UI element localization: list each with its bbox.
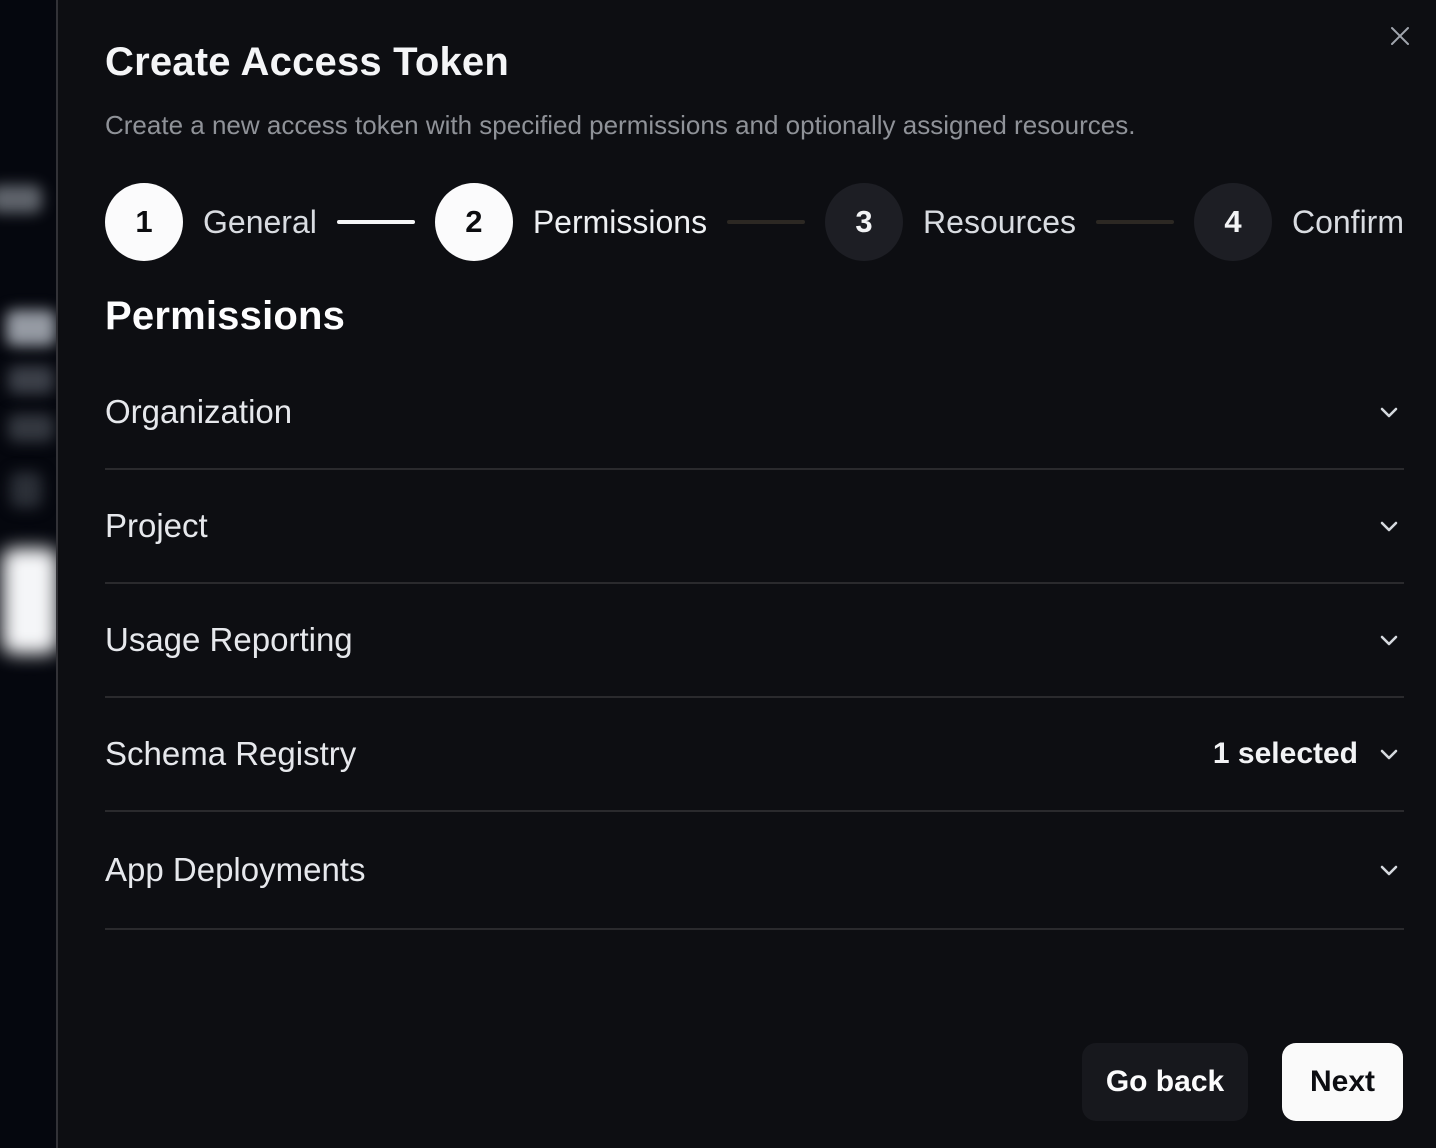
background-artifact (0, 185, 42, 213)
selection-count-badge: 1 selected (1213, 737, 1358, 771)
accordion-label: Schema Registry (105, 735, 356, 773)
permissions-section-heading: Permissions (105, 294, 345, 339)
step-general[interactable]: 1 General (105, 183, 317, 261)
close-button[interactable] (1384, 20, 1416, 52)
wizard-stepper: 1 General 2 Permissions 3 Resources 4 Co… (105, 183, 1404, 261)
chevron-down-icon (1374, 397, 1404, 427)
accordion-label: Organization (105, 393, 292, 431)
next-button[interactable]: Next (1282, 1043, 1403, 1121)
chevron-down-icon (1374, 625, 1404, 655)
step-number-badge: 2 (435, 183, 513, 261)
chevron-down-icon (1374, 739, 1404, 769)
step-label: General (203, 204, 317, 241)
chevron-down-icon (1374, 855, 1404, 885)
close-icon (1388, 24, 1412, 48)
background-artifact (2, 548, 56, 654)
accordion-row-schema-registry[interactable]: Schema Registry 1 selected (105, 698, 1404, 812)
step-number-badge: 3 (825, 183, 903, 261)
permissions-accordion: Organization Project Usage Reporting (105, 356, 1404, 930)
dialog-subtitle: Create a new access token with specified… (105, 110, 1135, 141)
step-resources[interactable]: 3 Resources (825, 183, 1076, 261)
dialog-title: Create Access Token (105, 40, 509, 85)
step-connector (1096, 220, 1174, 224)
accordion-label: Project (105, 507, 208, 545)
step-connector (337, 220, 415, 224)
accordion-label: Usage Reporting (105, 621, 353, 659)
chevron-down-icon (1374, 511, 1404, 541)
step-connector (727, 220, 805, 224)
accordion-row-organization[interactable]: Organization (105, 356, 1404, 470)
step-label: Permissions (533, 204, 707, 241)
accordion-row-usage-reporting[interactable]: Usage Reporting (105, 584, 1404, 698)
step-confirm[interactable]: 4 Confirm (1194, 183, 1404, 261)
accordion-row-app-deployments[interactable]: App Deployments (105, 812, 1404, 930)
step-label: Resources (923, 204, 1076, 241)
background-artifact (8, 414, 54, 442)
background-page-strip (0, 0, 56, 1148)
create-access-token-dialog: Create Access Token Create a new access … (56, 0, 1436, 1148)
step-number-badge: 1 (105, 183, 183, 261)
step-permissions[interactable]: 2 Permissions (435, 183, 707, 261)
background-artifact (6, 310, 56, 346)
step-number-badge: 4 (1194, 183, 1272, 261)
dialog-footer: Go back Next (1082, 1043, 1403, 1121)
accordion-row-project[interactable]: Project (105, 470, 1404, 584)
go-back-button[interactable]: Go back (1082, 1043, 1248, 1121)
background-artifact (8, 366, 54, 394)
accordion-label: App Deployments (105, 851, 365, 889)
background-artifact (10, 472, 42, 508)
step-label: Confirm (1292, 204, 1404, 241)
